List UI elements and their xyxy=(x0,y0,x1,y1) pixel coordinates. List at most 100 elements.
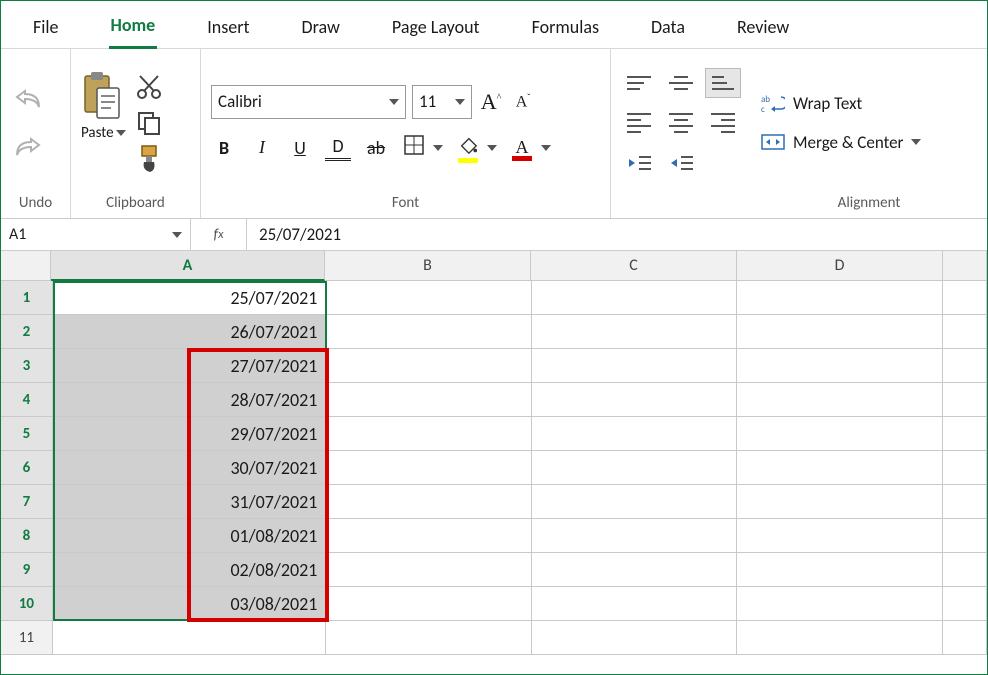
cell-B4[interactable] xyxy=(326,383,532,417)
row-header-9[interactable]: 9 xyxy=(1,553,53,587)
cell-A10[interactable]: 03/08/2021 xyxy=(53,587,326,621)
cell-A2[interactable]: 26/07/2021 xyxy=(53,315,326,349)
cell-D10[interactable] xyxy=(737,587,943,621)
row-header-3[interactable]: 3 xyxy=(1,349,53,383)
redo-button[interactable] xyxy=(11,130,45,164)
col-header-B[interactable]: B xyxy=(325,251,531,281)
cell-D11[interactable] xyxy=(737,621,943,655)
cell-E10[interactable] xyxy=(943,587,987,621)
cell-A3[interactable]: 27/07/2021 xyxy=(53,349,326,383)
select-all-corner[interactable] xyxy=(1,251,51,281)
align-center-button[interactable] xyxy=(663,108,699,138)
row-header-1[interactable]: 1 xyxy=(1,281,53,315)
underline-button[interactable]: U xyxy=(287,137,313,159)
formula-input[interactable]: 25/07/2021 xyxy=(247,219,987,250)
cell-C9[interactable] xyxy=(532,553,738,587)
cell-D9[interactable] xyxy=(737,553,943,587)
cell-E8[interactable] xyxy=(943,519,987,553)
cell-A7[interactable]: 31/07/2021 xyxy=(53,485,326,519)
cell-A6[interactable]: 30/07/2021 xyxy=(53,451,326,485)
row-header-10[interactable]: 10 xyxy=(1,587,53,621)
cell-D1[interactable] xyxy=(737,281,943,315)
font-name-select[interactable]: Calibri xyxy=(211,85,406,119)
cut-button[interactable] xyxy=(132,70,166,104)
chevron-down-icon[interactable] xyxy=(172,232,182,238)
copy-button[interactable] xyxy=(132,106,166,140)
row-header-6[interactable]: 6 xyxy=(1,451,53,485)
align-top-button[interactable] xyxy=(621,68,657,98)
cell-C4[interactable] xyxy=(532,383,738,417)
cell-E3[interactable] xyxy=(943,349,987,383)
tab-review[interactable]: Review xyxy=(735,16,791,48)
tab-formulas[interactable]: Formulas xyxy=(530,16,601,48)
cell-D2[interactable] xyxy=(737,315,943,349)
align-middle-button[interactable] xyxy=(663,68,699,98)
paste-button[interactable]: Paste xyxy=(81,70,126,176)
decrease-indent-button[interactable] xyxy=(621,148,657,178)
row-header-5[interactable]: 5 xyxy=(1,417,53,451)
row-header-2[interactable]: 2 xyxy=(1,315,53,349)
cell-B6[interactable] xyxy=(326,451,532,485)
cell-B2[interactable] xyxy=(326,315,532,349)
chevron-down-icon[interactable] xyxy=(541,145,551,151)
cell-A9[interactable]: 02/08/2021 xyxy=(53,553,326,587)
col-header-C[interactable]: C xyxy=(531,251,737,281)
tab-file[interactable]: File xyxy=(31,16,61,48)
fx-label[interactable]: fx xyxy=(191,219,247,250)
decrease-font-button[interactable]: Aˇ xyxy=(510,92,536,111)
tab-page-layout[interactable]: Page Layout xyxy=(390,16,482,48)
cell-C3[interactable] xyxy=(532,349,738,383)
cell-B10[interactable] xyxy=(326,587,532,621)
increase-indent-button[interactable] xyxy=(663,148,699,178)
borders-button[interactable] xyxy=(401,135,427,160)
cell-B7[interactable] xyxy=(326,485,532,519)
cell-C5[interactable] xyxy=(532,417,738,451)
cell-B9[interactable] xyxy=(326,553,532,587)
cell-E11[interactable] xyxy=(943,621,987,655)
format-painter-button[interactable] xyxy=(132,142,166,176)
cell-C6[interactable] xyxy=(532,451,738,485)
cell-B1[interactable] xyxy=(326,281,532,315)
name-box[interactable]: A1 xyxy=(1,219,191,250)
cell-D4[interactable] xyxy=(737,383,943,417)
cell-B5[interactable] xyxy=(326,417,532,451)
fill-color-button[interactable] xyxy=(455,135,481,160)
cell-C1[interactable] xyxy=(532,281,738,315)
tab-home[interactable]: Home xyxy=(109,14,158,49)
cell-B3[interactable] xyxy=(326,349,532,383)
align-bottom-button[interactable] xyxy=(705,68,741,98)
cell-D5[interactable] xyxy=(737,417,943,451)
increase-font-button[interactable]: A^ xyxy=(478,89,504,115)
cell-A1[interactable]: 25/07/2021 xyxy=(53,281,326,315)
cell-C8[interactable] xyxy=(532,519,738,553)
tab-draw[interactable]: Draw xyxy=(300,16,342,48)
cell-A11[interactable] xyxy=(53,621,326,655)
cell-E7[interactable] xyxy=(943,485,987,519)
cell-C2[interactable] xyxy=(532,315,738,349)
cell-B8[interactable] xyxy=(326,519,532,553)
tab-insert[interactable]: Insert xyxy=(205,16,251,48)
row-header-11[interactable]: 11 xyxy=(1,621,53,655)
font-size-select[interactable]: 11 xyxy=(412,85,472,119)
cell-C11[interactable] xyxy=(532,621,738,655)
cell-E2[interactable] xyxy=(943,315,987,349)
bold-button[interactable]: B xyxy=(211,137,237,159)
font-color-button[interactable]: A xyxy=(509,137,535,158)
cell-A5[interactable]: 29/07/2021 xyxy=(53,417,326,451)
cell-E5[interactable] xyxy=(943,417,987,451)
wrap-text-button[interactable]: abc Wrap Text xyxy=(761,93,921,114)
align-right-button[interactable] xyxy=(705,108,741,138)
col-header-A[interactable]: A xyxy=(51,251,325,281)
strikethrough-button[interactable]: ab xyxy=(363,137,389,159)
cell-C7[interactable] xyxy=(532,485,738,519)
italic-button[interactable]: I xyxy=(249,137,275,158)
row-header-7[interactable]: 7 xyxy=(1,485,53,519)
cell-E1[interactable] xyxy=(943,281,987,315)
cell-D7[interactable] xyxy=(737,485,943,519)
row-header-4[interactable]: 4 xyxy=(1,383,53,417)
merge-center-button[interactable]: Merge & Center xyxy=(761,132,921,153)
col-header-D[interactable]: D xyxy=(737,251,943,281)
undo-button[interactable] xyxy=(11,82,45,116)
cell-E4[interactable] xyxy=(943,383,987,417)
align-left-button[interactable] xyxy=(621,108,657,138)
